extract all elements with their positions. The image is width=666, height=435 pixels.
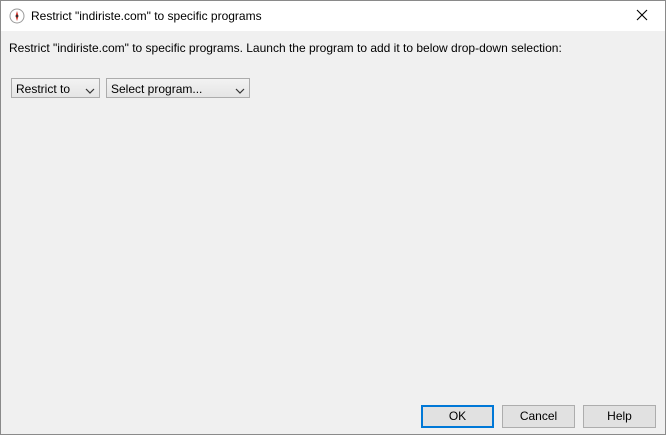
program-select[interactable]: Select program... bbox=[106, 78, 250, 98]
title-bar: Restrict "indiriste.com" to specific pro… bbox=[1, 1, 665, 31]
close-icon bbox=[636, 9, 648, 24]
chevron-down-icon bbox=[85, 84, 95, 94]
program-select-value: Select program... bbox=[111, 82, 203, 96]
chevron-down-icon bbox=[235, 84, 245, 94]
close-button[interactable] bbox=[619, 1, 665, 31]
instruction-text: Restrict "indiriste.com" to specific pro… bbox=[9, 41, 562, 55]
dialog-window: Restrict "indiriste.com" to specific pro… bbox=[0, 0, 666, 435]
window-title: Restrict "indiriste.com" to specific pro… bbox=[31, 9, 262, 23]
app-icon bbox=[9, 8, 25, 24]
cancel-button[interactable]: Cancel bbox=[502, 405, 575, 428]
restriction-mode-value: Restrict to bbox=[16, 82, 71, 96]
restriction-mode-select[interactable]: Restrict to bbox=[11, 78, 100, 98]
help-button[interactable]: Help bbox=[583, 405, 656, 428]
ok-button[interactable]: OK bbox=[421, 405, 494, 428]
